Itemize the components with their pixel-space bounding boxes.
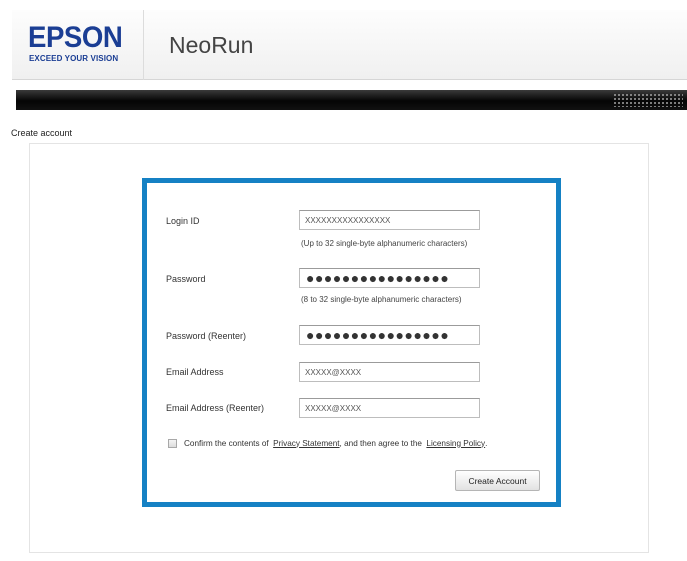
login-id-input[interactable] (299, 210, 480, 230)
email-input[interactable] (299, 362, 480, 382)
password-reenter-input[interactable] (299, 325, 480, 345)
app-header: EPSON EXCEED YOUR VISION NeoRun (12, 10, 687, 80)
password-reenter-label: Password (Reenter) (166, 331, 247, 341)
password-hint: (8 to 32 single-byte alphanumeric charac… (301, 295, 462, 304)
app-window: EPSON EXCEED YOUR VISION NeoRun Create a… (0, 0, 687, 561)
privacy-statement-link[interactable]: Privacy Statement (273, 439, 339, 449)
consent-text-middle: , and then agree to the (339, 438, 422, 448)
create-account-button[interactable]: Create Account (455, 470, 540, 491)
epson-logo: EPSON EXCEED YOUR VISION (12, 10, 144, 80)
consent-row: Confirm the contents of Privacy Statemen… (168, 437, 487, 450)
nav-bar (16, 90, 687, 110)
page-title: Create account (11, 128, 73, 138)
password-input[interactable] (299, 268, 480, 288)
email-reenter-label: Email Address (Reenter) (166, 403, 265, 413)
email-label: Email Address (166, 367, 224, 377)
consent-checkbox[interactable] (168, 439, 177, 448)
login-id-label: Login ID (166, 216, 200, 226)
consent-text-start: Confirm the contents of (184, 438, 269, 448)
consent-text-end: . (485, 438, 488, 448)
dot-grid-icon (613, 93, 683, 107)
password-label: Password (166, 274, 206, 284)
app-title: NeoRun (169, 32, 254, 58)
login-id-hint: (Up to 32 single-byte alphanumeric chara… (301, 239, 468, 248)
logo-wordmark: EPSON (28, 21, 123, 54)
logo-tagline: EXCEED YOUR VISION (29, 54, 119, 63)
email-reenter-input[interactable] (299, 398, 480, 418)
licensing-policy-link[interactable]: Licensing Policy (426, 439, 485, 449)
